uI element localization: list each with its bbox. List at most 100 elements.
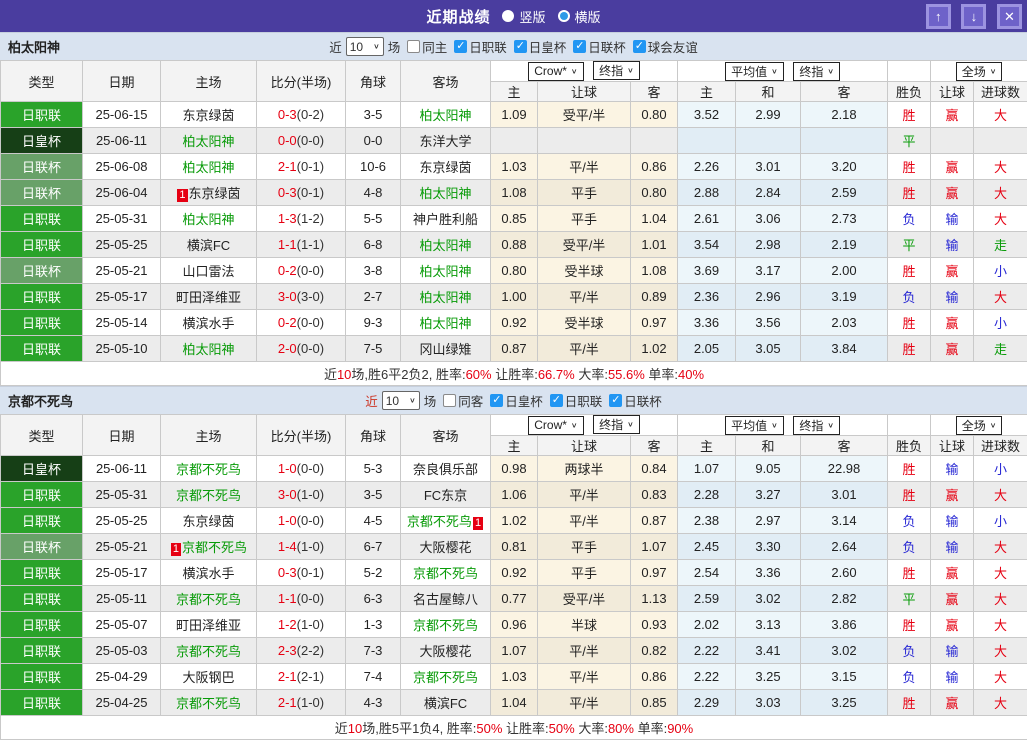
team-text: 柏太阳神	[419, 264, 471, 279]
result-handicap-cell: 赢	[931, 154, 974, 180]
date-cell: 25-05-31	[83, 206, 161, 232]
match-row: 日职联25-05-31柏太阳神1-3(1-2)5-5神户胜利船0.85平手1.0…	[1, 206, 1027, 232]
final-odds-select[interactable]: 终指∨	[593, 415, 640, 434]
checkbox-icon[interactable]	[443, 394, 456, 407]
away-team-cell: 柏太阳神	[401, 102, 491, 128]
avg-away-cell: 2.59	[801, 180, 888, 206]
checkbox-icon[interactable]	[490, 394, 503, 407]
competition-checkbox[interactable]: 同主	[400, 37, 447, 56]
home-team-cell: 京都不死鸟	[161, 482, 257, 508]
match-row: 日联杯25-06-08柏太阳神2-1(0-1)10-6东京绿茵1.03平/半0.…	[1, 154, 1027, 180]
avg-away-cell: 2.19	[801, 232, 888, 258]
close-button[interactable]: ✕	[997, 4, 1022, 29]
match-row: 日职联25-05-03京都不死鸟2-3(2-2)7-3大阪樱花1.07平/半0.…	[1, 638, 1027, 664]
date-cell: 25-05-21	[83, 534, 161, 560]
team-text: 京都不死鸟	[176, 488, 241, 503]
move-up-button[interactable]: ↑	[926, 4, 951, 29]
chevron-down-icon: ∨	[627, 66, 634, 75]
competition-cell: 日联杯	[1, 534, 83, 560]
date-cell: 25-05-31	[83, 482, 161, 508]
avg-away-cell: 3.14	[801, 508, 888, 534]
halftime-score: (2-1)	[297, 669, 324, 684]
result-handicap-cell: 赢	[931, 690, 974, 716]
result-goals-cell: 大	[974, 534, 1027, 560]
odds-away-cell: 0.86	[631, 664, 678, 690]
odds-home-cell: 0.87	[491, 336, 538, 362]
avg-home-cell: 2.61	[678, 206, 736, 232]
team-text: 京都不死鸟	[176, 462, 241, 477]
odds-handicap-cell: 平/半	[538, 154, 631, 180]
halftime-score: (1-0)	[297, 539, 324, 554]
competition-cell: 日职联	[1, 232, 83, 258]
vertical-layout-label[interactable]: 竖版	[519, 7, 545, 26]
checkbox-label: 同主	[422, 37, 447, 56]
checkbox-icon[interactable]	[454, 40, 467, 53]
competition-checkbox[interactable]: 球会友谊	[626, 37, 698, 56]
fulltime-select[interactable]: 全场∨	[956, 416, 1003, 435]
horizontal-layout-radio[interactable]	[558, 10, 570, 22]
avg-away-cell: 2.00	[801, 258, 888, 284]
result-handicap-cell: 赢	[931, 482, 974, 508]
away-team-cell: 东洋大学	[401, 128, 491, 154]
date-cell: 25-05-25	[83, 508, 161, 534]
match-count-select[interactable]: 10 ∨	[346, 37, 384, 56]
fulltime-score: 0-3	[278, 107, 297, 122]
checkbox-icon[interactable]	[609, 394, 622, 407]
odds-home-cell: 1.06	[491, 482, 538, 508]
checkbox-icon[interactable]	[407, 40, 420, 53]
home-team-cell: 1京都不死鸟	[161, 534, 257, 560]
col-header-type: 类型	[1, 61, 83, 102]
final-odds-select-2[interactable]: 终指∨	[793, 416, 840, 435]
competition-checkbox[interactable]: 日联杯	[566, 37, 626, 56]
match-row: 日皇杯25-06-11柏太阳神0-0(0-0)0-0东洋大学平	[1, 128, 1027, 154]
competition-checkbox[interactable]: 日皇杯	[507, 37, 567, 56]
competition-checkbox[interactable]: 日联杯	[602, 391, 662, 410]
checkbox-icon[interactable]	[514, 40, 527, 53]
result-handicap-cell: 输	[931, 534, 974, 560]
vertical-layout-radio[interactable]	[502, 10, 514, 22]
col-header-corner: 角球	[346, 415, 401, 456]
result-outcome-cell: 胜	[888, 482, 931, 508]
odds-handicap-cell: 平/半	[538, 690, 631, 716]
corners-cell: 10-6	[346, 154, 401, 180]
away-team-cell: FC东京	[401, 482, 491, 508]
competition-checkbox[interactable]: 日职联	[543, 391, 603, 410]
summary-text: 场,胜5平1负4, 胜率:	[362, 721, 476, 736]
checkbox-icon[interactable]	[550, 394, 563, 407]
chevron-down-icon: ∨	[827, 67, 834, 76]
match-count-select[interactable]: 10 ∨	[382, 391, 420, 410]
fulltime-score: 1-0	[278, 513, 297, 528]
halftime-score: (3-0)	[297, 289, 324, 304]
final-odds-select-2[interactable]: 终指∨	[793, 62, 840, 81]
final-odds-select[interactable]: 终指∨	[593, 61, 640, 80]
fulltime-score: 1-2	[278, 617, 297, 632]
bookmaker-select[interactable]: Crow*∨	[528, 62, 583, 81]
match-filter: 近 10 ∨ 场 同主日职联日皇杯日联杯球会友谊	[329, 37, 698, 56]
horizontal-layout-label[interactable]: 横版	[575, 7, 601, 26]
team-text: 横滨FC	[424, 696, 467, 711]
competition-checkbox[interactable]: 日皇杯	[483, 391, 543, 410]
competition-checkbox[interactable]: 日职联	[447, 37, 507, 56]
average-select[interactable]: 平均值∨	[725, 62, 784, 81]
team-text: 横滨水手	[182, 316, 234, 331]
move-down-button[interactable]: ↓	[961, 4, 986, 29]
checkbox-icon[interactable]	[573, 40, 586, 53]
average-select[interactable]: 平均值∨	[725, 416, 784, 435]
odds-handicap-cell: 两球半	[538, 456, 631, 482]
competition-filters: 同客日皇杯日职联日联杯	[436, 391, 662, 410]
away-team-cell: 大阪樱花	[401, 534, 491, 560]
avg-home-cell: 2.29	[678, 690, 736, 716]
result-handicap-cell: 输	[931, 456, 974, 482]
bookmaker-select[interactable]: Crow*∨	[528, 416, 583, 435]
odds-home-cell: 0.81	[491, 534, 538, 560]
checkbox-icon[interactable]	[633, 40, 646, 53]
fulltime-select[interactable]: 全场∨	[956, 62, 1003, 81]
col-header-date: 日期	[83, 61, 161, 102]
competition-checkbox[interactable]: 同客	[436, 391, 483, 410]
result-handicap-cell: 赢	[931, 258, 974, 284]
odds-away-cell: 0.85	[631, 690, 678, 716]
avg-draw-cell: 3.25	[736, 664, 801, 690]
avg-draw-cell: 3.36	[736, 560, 801, 586]
col-header-odds-home: 主	[491, 436, 538, 456]
halftime-score: (0-0)	[297, 591, 324, 606]
